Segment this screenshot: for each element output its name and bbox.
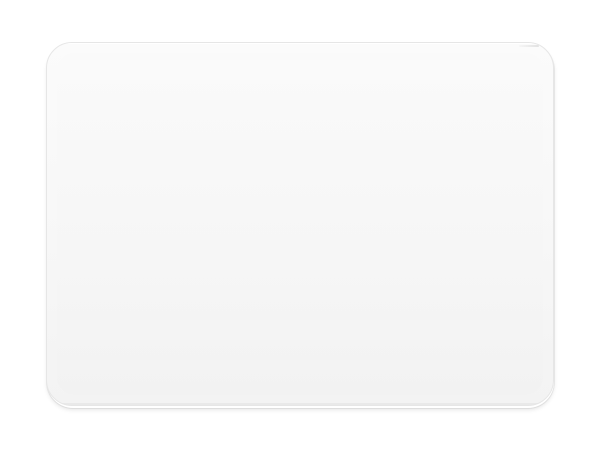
trackpad-corner-accent [519, 45, 539, 47]
trackpad [46, 42, 554, 406]
product-image-stage [0, 0, 600, 450]
trackpad-top-highlight [65, 43, 535, 44]
trackpad-surface [57, 53, 543, 395]
trackpad-bottom-edge [57, 403, 543, 405]
